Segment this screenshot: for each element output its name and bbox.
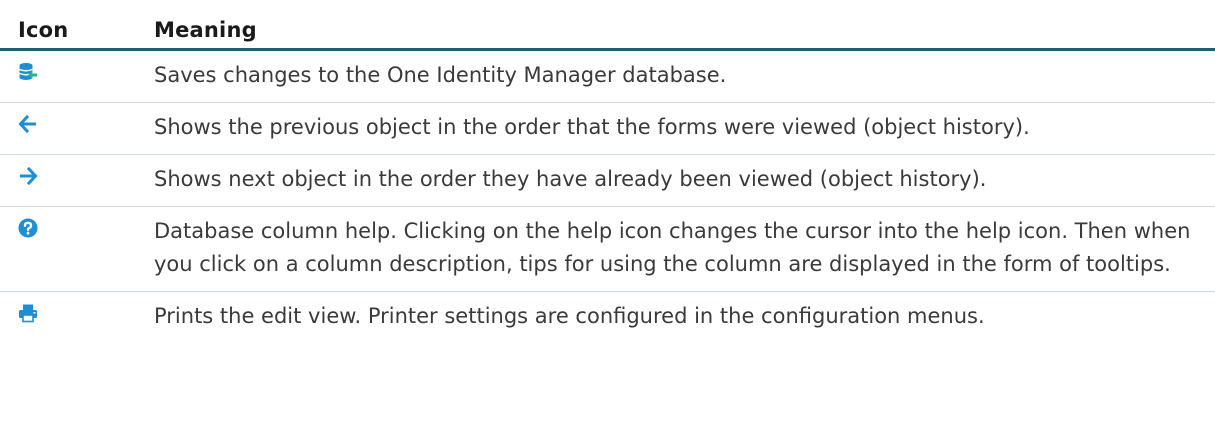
- meaning-cell: Database column help. Clicking on the he…: [154, 206, 1215, 292]
- icon-meaning-table: Icon Meaning Saves changes to the One Id: [0, 0, 1215, 343]
- icon-cell: [0, 206, 154, 292]
- meaning-cell: Shows the previous object in the order t…: [154, 102, 1215, 155]
- table-row: Shows next object in the order they have…: [0, 154, 1215, 207]
- meaning-column-header: Meaning: [154, 0, 1215, 51]
- save-to-database-icon: [18, 62, 38, 82]
- icon-column-header: Icon: [0, 0, 154, 51]
- icon-cell: [0, 102, 154, 155]
- table-row: Saves changes to the One Identity Manage…: [0, 49, 1215, 103]
- meaning-cell: Shows next object in the order they have…: [154, 154, 1215, 207]
- help-icon: [18, 218, 38, 238]
- icon-cell: [0, 292, 154, 344]
- printer-icon: [18, 303, 38, 323]
- table-row: Shows the previous object in the order t…: [0, 102, 1215, 155]
- table-row: Database column help. Clicking on the he…: [0, 206, 1215, 292]
- table-row: Prints the edit view. Printer settings a…: [0, 292, 1215, 344]
- back-arrow-icon: [18, 114, 38, 134]
- meaning-cell: Prints the edit view. Printer settings a…: [154, 304, 985, 328]
- table-header-row: Icon Meaning: [0, 0, 1215, 51]
- meaning-cell: Saves changes to the One Identity Manage…: [154, 49, 1215, 103]
- icon-cell: [0, 49, 154, 103]
- forward-arrow-icon: [18, 166, 38, 186]
- icon-cell: [0, 154, 154, 207]
